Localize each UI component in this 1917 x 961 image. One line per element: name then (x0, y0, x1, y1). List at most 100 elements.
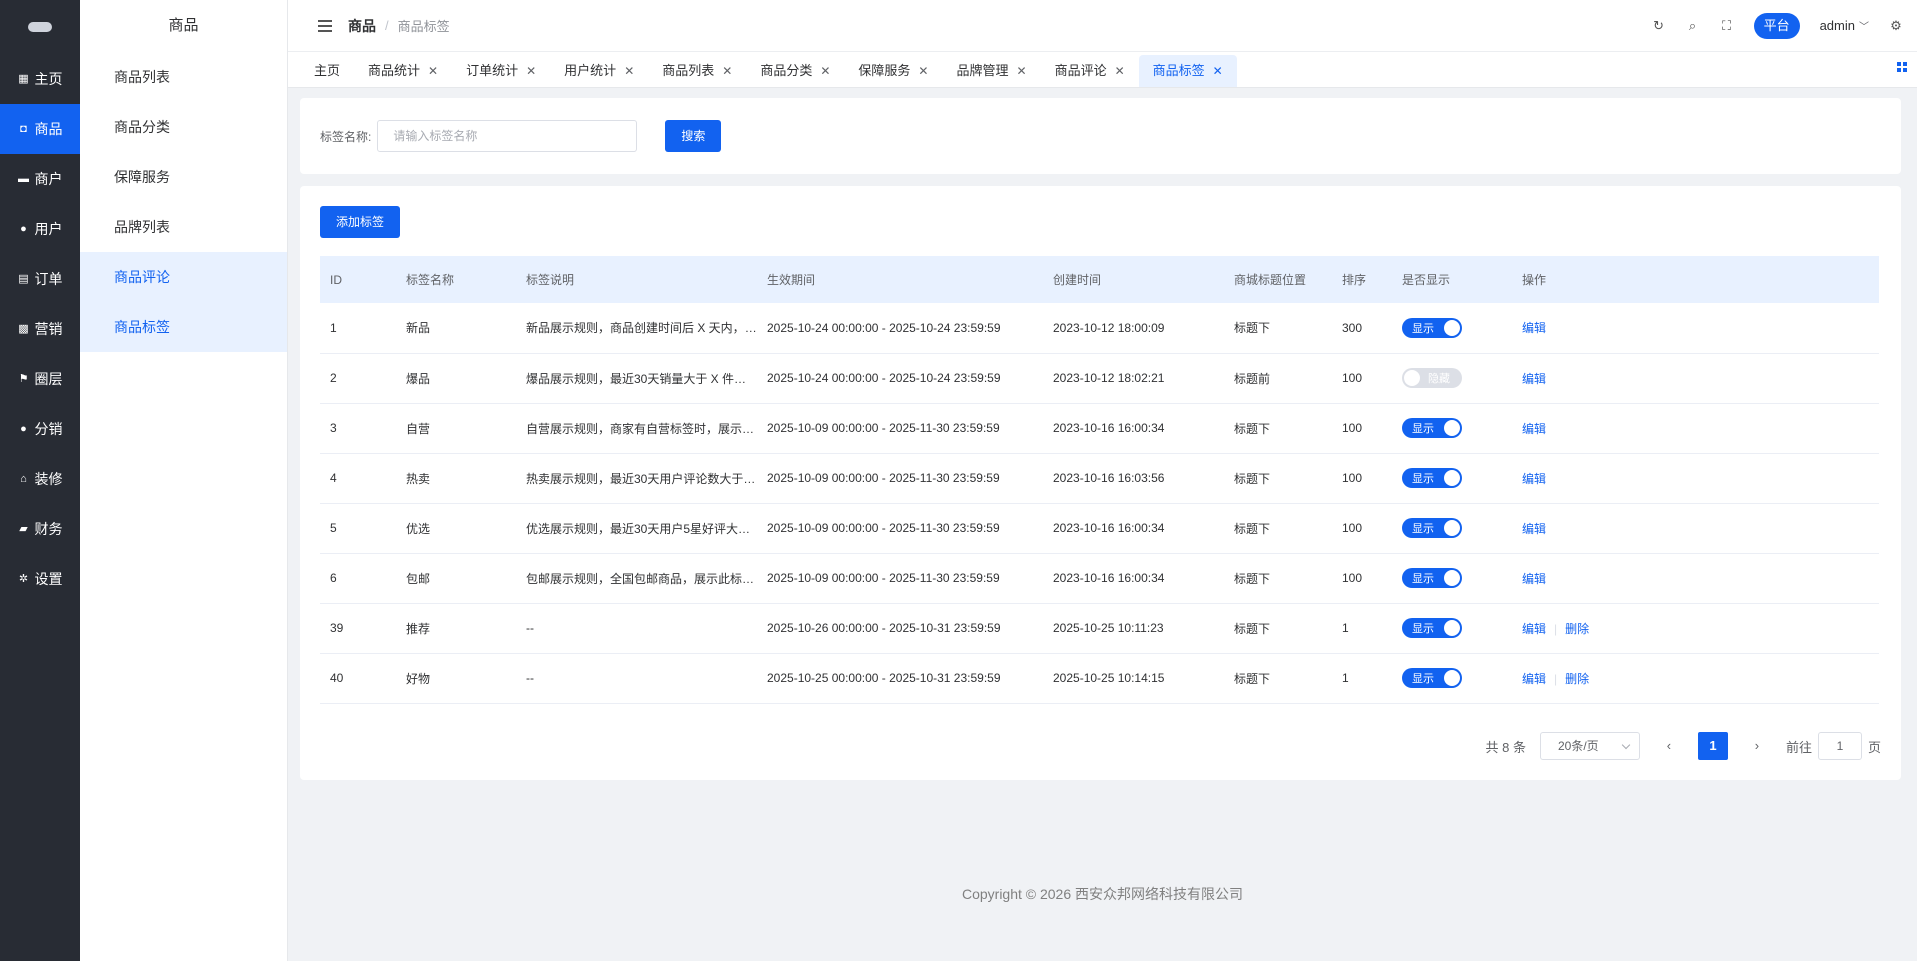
page-number-current[interactable]: 1 (1697, 732, 1728, 760)
tab-8[interactable]: 商品评论 ✕ (1041, 55, 1139, 87)
cell-position: 标题前 (1234, 371, 1271, 386)
tab-5[interactable]: 商品分类 ✕ (746, 55, 844, 87)
submenu-item-5[interactable]: 商品标签 (80, 302, 287, 352)
edit-link[interactable]: 编辑 (1522, 522, 1546, 536)
page-size-select[interactable]: 20条/页 (1539, 732, 1640, 760)
cell-desc: 爆品展示规则，最近30天销量大于 X 件，展示此标签。 (526, 371, 757, 386)
submenu-item-3[interactable]: 品牌列表 (80, 202, 287, 252)
cell-desc: 新品展示规则，商品创建时间后 X 天内，展示此标签。 (526, 321, 757, 336)
platform-button[interactable]: 平台 (1753, 12, 1800, 39)
nav-item-8[interactable]: ⌂ 装修 (0, 454, 80, 504)
add-tag-button[interactable]: 添加标签 (320, 206, 401, 238)
tab-7[interactable]: 品牌管理 ✕ (942, 55, 1040, 87)
cell-sort: 1 (1342, 671, 1349, 685)
nav-item-1[interactable]: ◘ 商品 (0, 104, 80, 154)
toggle-label: 显示 (1412, 623, 1434, 635)
show-toggle[interactable]: 显示 (1402, 568, 1462, 588)
gear-icon[interactable]: ⚙ (1889, 18, 1903, 33)
cell-period: 2025-10-09 00:00:00 - 2025-11-30 23:59:5… (767, 421, 1000, 435)
tag-name-input[interactable]: 请输入标签名称 (377, 120, 638, 152)
close-icon[interactable]: ✕ (722, 55, 732, 87)
cell-name: 好物 (406, 671, 431, 686)
cell-actions: 编辑 (1512, 303, 1879, 353)
show-toggle[interactable]: 隐藏 (1402, 368, 1462, 388)
refresh-icon[interactable]: ↻ (1652, 18, 1666, 33)
nav-item-10[interactable]: ✲ 设置 (0, 554, 80, 604)
tab-4[interactable]: 商品列表 ✕ (648, 55, 746, 87)
cell-position: 标题下 (1234, 671, 1271, 686)
nav-item-5[interactable]: ▩ 营销 (0, 304, 80, 354)
show-toggle[interactable]: 显示 (1402, 317, 1462, 338)
column-header: 操作 (1522, 273, 1547, 287)
edit-link[interactable]: 编辑 (1522, 622, 1546, 636)
nav-item-7[interactable]: ● 分销 (0, 404, 80, 454)
nav-item-3[interactable]: ● 用户 (0, 204, 80, 254)
tab-3[interactable]: 用户统计 ✕ (550, 55, 648, 87)
close-icon[interactable]: ✕ (428, 55, 438, 87)
delete-link[interactable]: 删除 (1565, 622, 1589, 636)
tab-6[interactable]: 保障服务 ✕ (844, 55, 942, 87)
delete-link[interactable]: 删除 (1565, 672, 1589, 686)
show-toggle[interactable]: 显示 (1402, 418, 1462, 438)
search-button[interactable]: 搜索 (665, 120, 722, 152)
edit-link[interactable]: 编辑 (1522, 422, 1546, 436)
fullscreen-icon[interactable]: ⛶ (1720, 18, 1734, 33)
nav-item-label: 主页 (34, 71, 63, 87)
show-toggle[interactable]: 显示 (1402, 618, 1462, 638)
close-icon[interactable]: ✕ (624, 55, 634, 87)
store-icon: ▬ (18, 173, 29, 185)
tab-label: 商品统计 (368, 63, 421, 78)
breadcrumb-separator: / (385, 18, 389, 33)
prev-page-button[interactable]: ‹ (1654, 732, 1684, 760)
table-row: 5 优选 优选展示规则，最近30天用户5星好评大于X时，展示此标签。 2025-10-… (320, 503, 1879, 553)
cell-created: 2023-10-12 18:02:21 (1053, 371, 1165, 385)
close-icon[interactable]: ✕ (1213, 55, 1223, 87)
user-menu[interactable]: admin ﹀ (1820, 18, 1869, 33)
close-icon[interactable]: ✕ (1017, 55, 1027, 87)
close-icon[interactable]: ✕ (526, 55, 536, 87)
breadcrumb-main[interactable]: 商品 (348, 16, 376, 36)
nav-item-0[interactable]: ▦ 主页 (0, 54, 80, 104)
nav-item-6[interactable]: ⚑ 圈层 (0, 354, 80, 404)
cell-created: 2025-10-25 10:11:23 (1053, 621, 1164, 635)
cell-actions: 编辑 (1512, 353, 1879, 403)
submenu-item-1[interactable]: 商品分类 (80, 102, 287, 152)
edit-link[interactable]: 编辑 (1522, 321, 1546, 335)
tab-2[interactable]: 订单统计 ✕ (452, 55, 550, 87)
submenu-item-2[interactable]: 保障服务 (80, 152, 287, 202)
submenu-item-0[interactable]: 商品列表 (80, 52, 287, 102)
cell-show: 显示 (1392, 503, 1512, 553)
cell-created: 2023-10-12 18:00:09 (1053, 320, 1165, 335)
show-toggle[interactable]: 显示 (1402, 468, 1462, 488)
nav-item-2[interactable]: ▬ 商户 (0, 154, 80, 204)
tab-label: 保障服务 (858, 63, 911, 78)
cell-actions: 编辑 | 删除 (1512, 603, 1879, 653)
close-icon[interactable]: ✕ (1115, 55, 1125, 87)
edit-link[interactable]: 编辑 (1522, 472, 1546, 486)
tabs-menu-icon[interactable] (1897, 62, 1907, 72)
edit-link[interactable]: 编辑 (1522, 672, 1546, 686)
toggle-knob (1444, 520, 1460, 536)
show-toggle[interactable]: 显示 (1402, 668, 1462, 688)
nav-item-4[interactable]: ▤ 订单 (0, 254, 80, 304)
search-icon[interactable]: ⌕ (1686, 18, 1700, 33)
tab-9[interactable]: 商品标签 ✕ (1138, 55, 1237, 87)
close-icon[interactable]: ✕ (918, 55, 928, 87)
cell-show: 显示 (1392, 403, 1512, 453)
tab-1[interactable]: 商品统计 ✕ (354, 55, 452, 87)
top-header: 商品 / 商品标签 ↻ ⌕ ⛶ 平台 admin ﹀ ⚙ (288, 0, 1917, 52)
edit-link[interactable]: 编辑 (1522, 372, 1546, 386)
table-row: 4 热卖 热卖展示规则，最近30天用户评论数大于 X 条，展示此标签。 2025-10… (320, 453, 1879, 503)
nav-item-9[interactable]: ▰ 财务 (0, 504, 80, 554)
sub-menu: 商品 商品列表 商品分类 保障服务 品牌列表 商品评论 商品标签 (80, 0, 288, 961)
show-toggle[interactable]: 显示 (1402, 518, 1462, 538)
edit-link[interactable]: 编辑 (1522, 572, 1546, 586)
goto-page-input[interactable]: 1 (1817, 732, 1862, 760)
tab-0[interactable]: 主页 (300, 55, 354, 87)
menu-toggle-icon[interactable] (318, 19, 332, 32)
close-icon[interactable]: ✕ (820, 55, 830, 87)
next-page-button[interactable]: › (1742, 732, 1772, 760)
submenu-item-4[interactable]: 商品评论 (80, 252, 287, 302)
cell-position: 标题下 (1234, 321, 1271, 336)
toggle-label: 隐藏 (1428, 373, 1450, 385)
